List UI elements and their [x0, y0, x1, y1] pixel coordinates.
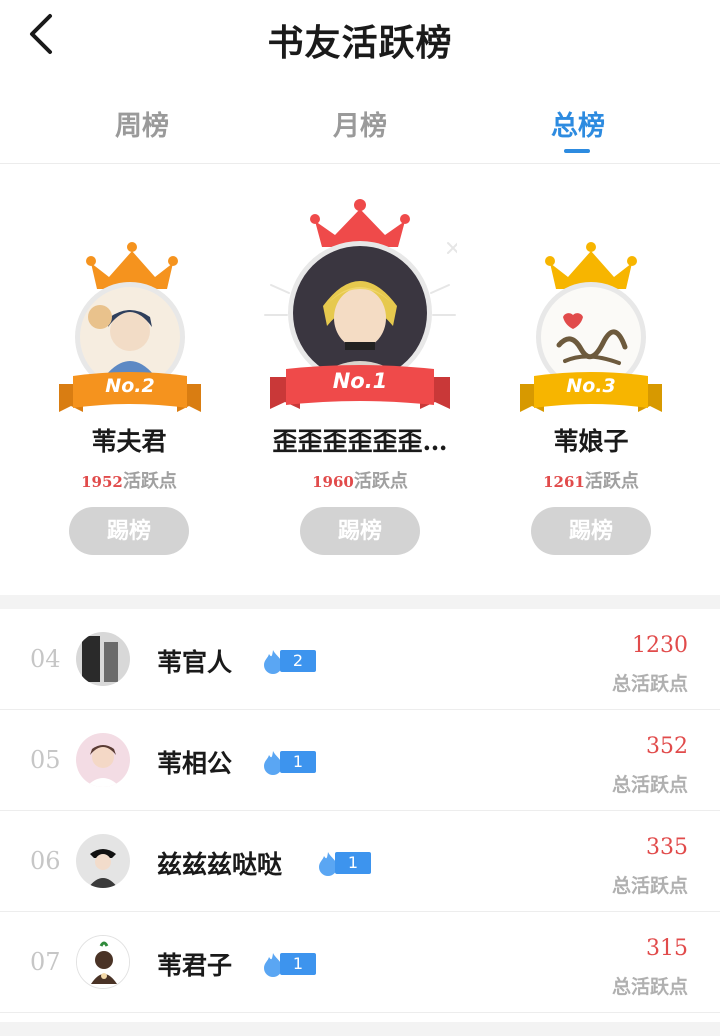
score-label: 总活跃点 — [611, 774, 688, 796]
section-divider — [0, 595, 720, 609]
avatar[interactable] — [76, 834, 130, 888]
list-item[interactable]: 06 兹兹兹哒哒 1 335 总活跃点 — [0, 811, 720, 912]
level-badge: 1 — [335, 852, 371, 874]
bottom-divider — [0, 1022, 720, 1036]
kick-button[interactable]: 踢榜 — [69, 507, 189, 555]
level-badge: 1 — [280, 953, 316, 975]
podium-second: No.2 苇夫君 1952活跃点 踢榜 — [19, 165, 239, 595]
podium-points: 1960活跃点 — [312, 471, 408, 492]
level-badge: 1 — [280, 751, 316, 773]
tab-weekly[interactable]: 周榜 — [62, 104, 222, 143]
podium-first: No.1 歪歪歪歪歪歪… 1960活跃点 踢榜 — [250, 165, 470, 595]
score-label: 总活跃点 — [611, 875, 688, 897]
rank-label: No.2 — [105, 375, 155, 397]
avatar-image — [76, 632, 130, 686]
list-item[interactable]: 05 苇相公 1 352 总活跃点 — [0, 710, 720, 811]
score-label: 总活跃点 — [611, 673, 688, 695]
page-title: 书友活跃榜 — [267, 22, 453, 64]
fire-level-badge: 1 — [260, 952, 316, 977]
rank-number: 04 — [30, 645, 61, 673]
podium-third: No.3 苇娘子 1261活跃点 踢榜 — [481, 165, 701, 595]
score-value: 1230 — [632, 633, 688, 658]
score-value: 352 — [646, 734, 688, 759]
user-name[interactable]: 苇官人 — [157, 643, 232, 679]
tab-total[interactable]: 总榜 — [498, 104, 658, 143]
level-badge: 2 — [280, 650, 316, 672]
fire-level-badge: 1 — [315, 851, 371, 876]
kick-button[interactable]: 踢榜 — [531, 507, 651, 555]
avatar[interactable] — [76, 733, 130, 787]
avatar-image — [76, 733, 130, 787]
avatar[interactable] — [76, 935, 130, 989]
list-item[interactable]: 04 苇官人 2 1230 总活跃点 — [0, 609, 720, 710]
podium-points: 1952活跃点 — [81, 471, 177, 492]
podium-name[interactable]: 苇夫君 — [19, 422, 239, 458]
avatar-image — [76, 834, 130, 888]
list-item[interactable]: 07 苇君子 1 315 总活跃点 — [0, 912, 720, 1013]
avatar-image — [77, 936, 129, 988]
fire-level-badge: 1 — [260, 750, 316, 775]
user-name[interactable]: 苇相公 — [157, 744, 232, 780]
rank-label: No.1 — [332, 369, 388, 393]
fire-level-badge: 2 — [260, 649, 316, 674]
rank-label: No.3 — [566, 375, 616, 397]
podium-name[interactable]: 苇娘子 — [481, 422, 701, 458]
rank-number: 06 — [30, 847, 61, 875]
avatar[interactable] — [76, 632, 130, 686]
score-label: 总活跃点 — [611, 976, 688, 998]
active-tab-indicator — [564, 149, 590, 153]
kick-button[interactable]: 踢榜 — [300, 507, 420, 555]
avatar-image — [293, 246, 427, 380]
score-value: 335 — [646, 835, 688, 860]
podium: No.2 苇夫君 1952活跃点 踢榜 No.1 歪歪歪歪歪歪… 1960活跃点… — [0, 165, 720, 595]
podium-points: 1261活跃点 — [543, 471, 639, 492]
header: 书友活跃榜 — [0, 0, 720, 84]
user-name[interactable]: 兹兹兹哒哒 — [157, 845, 282, 881]
score-value: 315 — [646, 936, 688, 961]
podium-name[interactable]: 歪歪歪歪歪歪… — [250, 422, 470, 458]
tab-bar: 周榜 月榜 总榜 — [0, 90, 720, 164]
user-name[interactable]: 苇君子 — [157, 946, 232, 982]
rank-number: 05 — [30, 746, 61, 774]
rank-number: 07 — [30, 948, 61, 976]
tab-monthly[interactable]: 月榜 — [280, 104, 440, 143]
